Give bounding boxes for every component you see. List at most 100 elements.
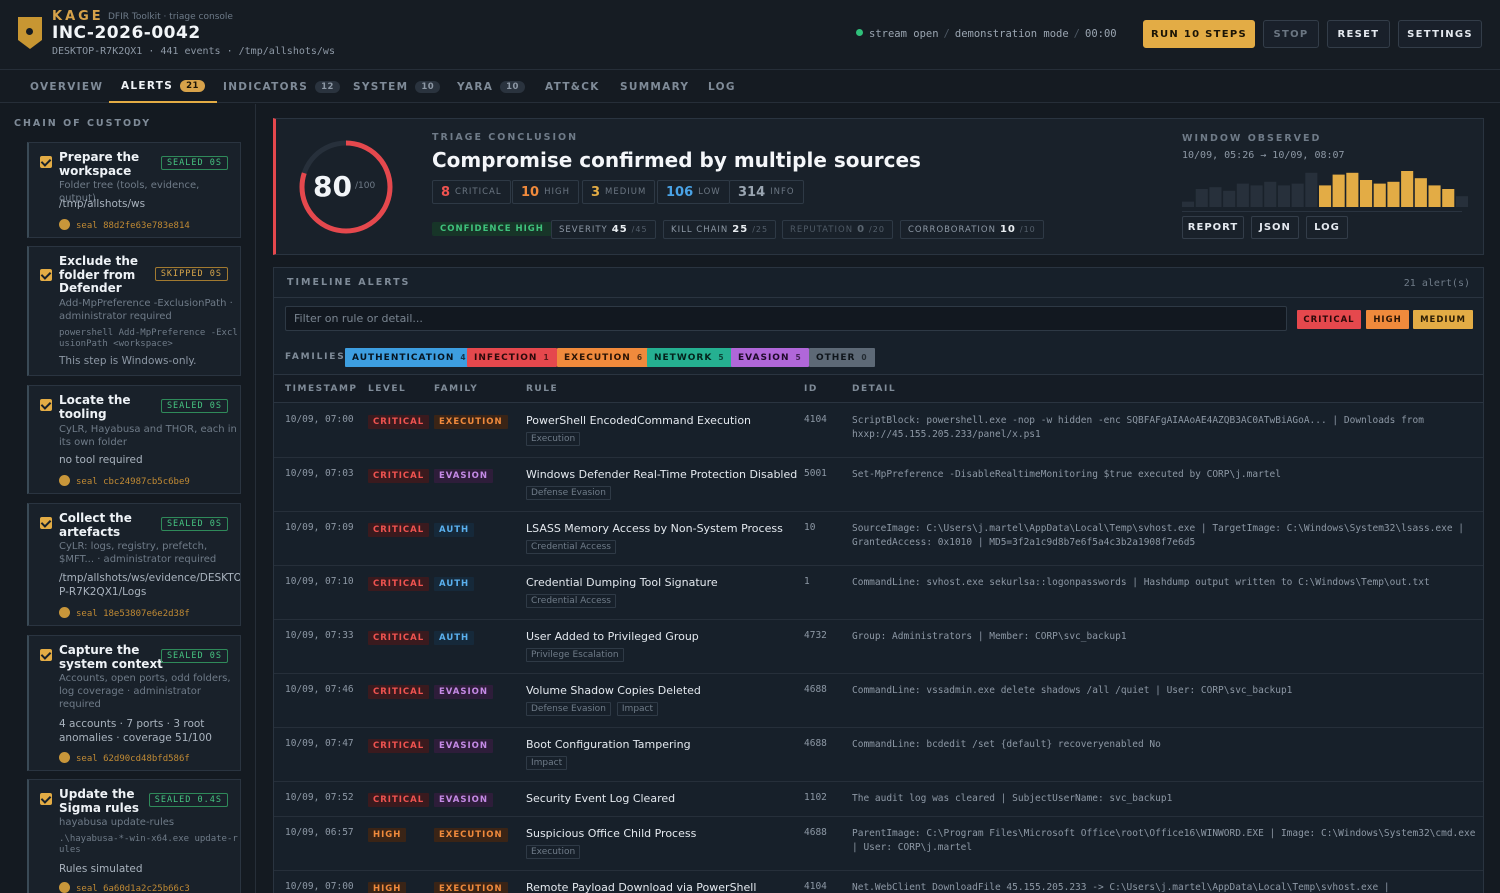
- family-count: 4: [460, 353, 467, 362]
- column-header-timestamp[interactable]: TIMESTAMP: [285, 384, 358, 394]
- tab-yara[interactable]: YARA 10: [457, 70, 525, 103]
- report-button[interactable]: REPORT: [1182, 216, 1244, 239]
- panel-divider: [274, 297, 1483, 298]
- severity-filter-medium[interactable]: MEDIUM: [1413, 310, 1473, 329]
- alert-timestamp: 10/09, 07:33: [285, 630, 354, 641]
- column-header-rule[interactable]: RULE: [526, 384, 558, 394]
- tab-attack[interactable]: ATT&CK: [545, 70, 600, 103]
- histogram-bar: [1346, 172, 1359, 207]
- alert-rule[interactable]: Security Event Log Cleared: [526, 792, 675, 805]
- alert-rule[interactable]: Volume Shadow Copies Deleted: [526, 684, 701, 697]
- family-filter-infection[interactable]: INFECTION 1: [467, 348, 557, 367]
- alert-row[interactable]: 10/09, 07:10 CRITICAL AUTH Credential Dumpi…: [274, 566, 1483, 620]
- level-badge: CRITICAL: [368, 685, 430, 699]
- severity-filter-high[interactable]: HIGH: [1366, 310, 1409, 329]
- metric-value: 25: [732, 224, 749, 235]
- alert-rule[interactable]: Boot Configuration Tampering: [526, 738, 691, 751]
- custody-step[interactable]: Locate the tooling SEALED 0S CyLR, Hayab…: [27, 385, 241, 494]
- alert-rule[interactable]: Suspicious Office Child Process: [526, 827, 696, 840]
- custody-step[interactable]: Prepare the workspace SEALED 0S Folder t…: [27, 142, 241, 238]
- seal-icon: [59, 475, 70, 486]
- alert-row[interactable]: 10/09, 07:00 HIGH EXECUTION Remote Payload …: [274, 871, 1483, 893]
- tab-log[interactable]: LOG: [708, 70, 736, 103]
- alert-timestamp: 10/09, 06:57: [285, 827, 354, 838]
- custody-step[interactable]: Collect the artefacts SEALED 0S CyLR: lo…: [27, 503, 241, 626]
- level-count-high[interactable]: 10 HIGH: [512, 180, 579, 204]
- checkbox-checked-icon[interactable]: [40, 156, 52, 168]
- timeline-alerts-panel: TIMELINE ALERTS 21 alert(s) CRITICAL HIG…: [273, 267, 1484, 893]
- family-filter-authentication[interactable]: AUTHENTICATION 4: [345, 348, 474, 367]
- level-count-medium[interactable]: 3 MEDIUM: [582, 180, 656, 204]
- step-title: Collect the artefacts: [59, 511, 132, 539]
- reset-button[interactable]: RESET: [1327, 20, 1390, 48]
- family-badge: EXECUTION: [434, 828, 508, 842]
- tactic-tag: Credential Access: [526, 540, 616, 554]
- alert-row[interactable]: 10/09, 07:52 CRITICAL EVASION Security Even…: [274, 782, 1483, 817]
- settings-button[interactable]: SETTINGS: [1398, 20, 1482, 48]
- alert-detail: CommandLine: svhost.exe sekurlsa::logonp…: [852, 577, 1430, 588]
- custody-step[interactable]: Update the Sigma rules SEALED 0.4S hayab…: [27, 779, 241, 893]
- alert-rule[interactable]: Credential Dumping Tool Signature: [526, 576, 718, 589]
- json-button[interactable]: JSON: [1251, 216, 1299, 239]
- event-id: 4688: [804, 684, 827, 695]
- tab-summary[interactable]: SUMMARY: [620, 70, 689, 103]
- checkbox-checked-icon[interactable]: [40, 399, 52, 411]
- checkbox-checked-icon[interactable]: [40, 793, 52, 805]
- alert-rule[interactable]: Windows Defender Real-Time Protection Di…: [526, 468, 797, 481]
- alert-row[interactable]: 10/09, 07:33 CRITICAL AUTH User Added to Pr…: [274, 620, 1483, 674]
- log-button[interactable]: LOG: [1306, 216, 1348, 239]
- case-meta: DESKTOP-R7K2QX1 · 441 events · /tmp/alls…: [52, 46, 335, 57]
- tab-system[interactable]: SYSTEM 10: [353, 70, 441, 103]
- alert-row[interactable]: 10/09, 07:09 CRITICAL AUTH LSASS Memory Acc…: [274, 512, 1483, 566]
- alert-row[interactable]: 10/09, 07:47 CRITICAL EVASION Boot Configur…: [274, 728, 1483, 782]
- alert-row[interactable]: 10/09, 07:03 CRITICAL EVASION Windows Defen…: [274, 458, 1483, 512]
- event-id: 1: [804, 576, 810, 587]
- metric-severity: SEVERITY 45/45: [551, 220, 656, 239]
- column-header-detail[interactable]: DETAIL: [852, 384, 896, 394]
- family-filter-evasion[interactable]: EVASION 5: [731, 348, 809, 367]
- family-filter-network[interactable]: NETWORK 5: [647, 348, 732, 367]
- histogram-bar: [1277, 185, 1290, 207]
- checkbox-checked-icon[interactable]: [40, 649, 52, 661]
- stop-button[interactable]: STOP: [1263, 20, 1319, 48]
- tactic-tags: Execution: [526, 432, 586, 446]
- step-result: Rules simulated: [59, 863, 143, 875]
- histogram-bar: [1182, 201, 1195, 207]
- family-filter-execution[interactable]: EXECUTION 6: [557, 348, 651, 367]
- tab-indicators[interactable]: INDICATORS 12: [223, 70, 340, 103]
- tactic-tag: Credential Access: [526, 594, 616, 608]
- family-label: EVASION: [738, 352, 790, 363]
- step-command: powershell Add-MpPreference -ExclusionPa…: [59, 328, 238, 349]
- alert-detail: Set-MpPreference -DisableRealtimeMonitor…: [852, 469, 1281, 480]
- alert-rule[interactable]: Remote Payload Download via PowerShell: [526, 881, 756, 893]
- window-title: WINDOW OBSERVED: [1182, 133, 1322, 144]
- family-filter-other[interactable]: OTHER 0: [809, 348, 875, 367]
- level-count-low[interactable]: 106 LOW: [657, 180, 730, 204]
- custody-step[interactable]: Capture the system context SEALED 0S Acc…: [27, 635, 241, 771]
- column-header-family[interactable]: FAMILY: [434, 384, 478, 394]
- level-count-critical[interactable]: 8 CRITICAL: [432, 180, 511, 204]
- checkbox-checked-icon[interactable]: [40, 269, 52, 281]
- severity-filter-critical[interactable]: CRITICAL: [1297, 310, 1361, 329]
- custody-step[interactable]: Exclude the folder from Defender SKIPPED…: [27, 246, 241, 376]
- column-header-id[interactable]: ID: [804, 384, 818, 394]
- level-badge: CRITICAL: [368, 739, 430, 753]
- timer-text: 00:00: [1085, 28, 1117, 40]
- filter-input[interactable]: [285, 306, 1287, 331]
- alert-row[interactable]: 10/09, 07:00 CRITICAL EXECUTION PowerShell …: [274, 404, 1483, 458]
- checkbox-checked-icon[interactable]: [40, 517, 52, 529]
- alert-detail: SourceImage: C:\Users\j.martel\AppData\L…: [852, 523, 1464, 548]
- column-header-level[interactable]: LEVEL: [368, 384, 406, 394]
- alert-rule[interactable]: User Added to Privileged Group: [526, 630, 699, 643]
- alert-rule[interactable]: PowerShell EncodedCommand Execution: [526, 414, 751, 427]
- tab-alerts[interactable]: ALERTS 21: [109, 70, 217, 103]
- alert-row[interactable]: 10/09, 07:46 CRITICAL EVASION Volume Shadow…: [274, 674, 1483, 728]
- level-count-info[interactable]: 314 INFO: [729, 180, 804, 204]
- alert-row[interactable]: 10/09, 06:57 HIGH EXECUTION Suspicious Offi…: [274, 817, 1483, 871]
- step-result: /tmp/allshots/ws: [59, 198, 146, 210]
- tab-overview[interactable]: OVERVIEW: [30, 70, 103, 103]
- alert-timestamp: 10/09, 07:00: [285, 414, 354, 425]
- alert-rule[interactable]: LSASS Memory Access by Non-System Proces…: [526, 522, 783, 535]
- histogram-bar: [1236, 183, 1249, 207]
- run-steps-button[interactable]: RUN 10 STEPS: [1143, 20, 1255, 48]
